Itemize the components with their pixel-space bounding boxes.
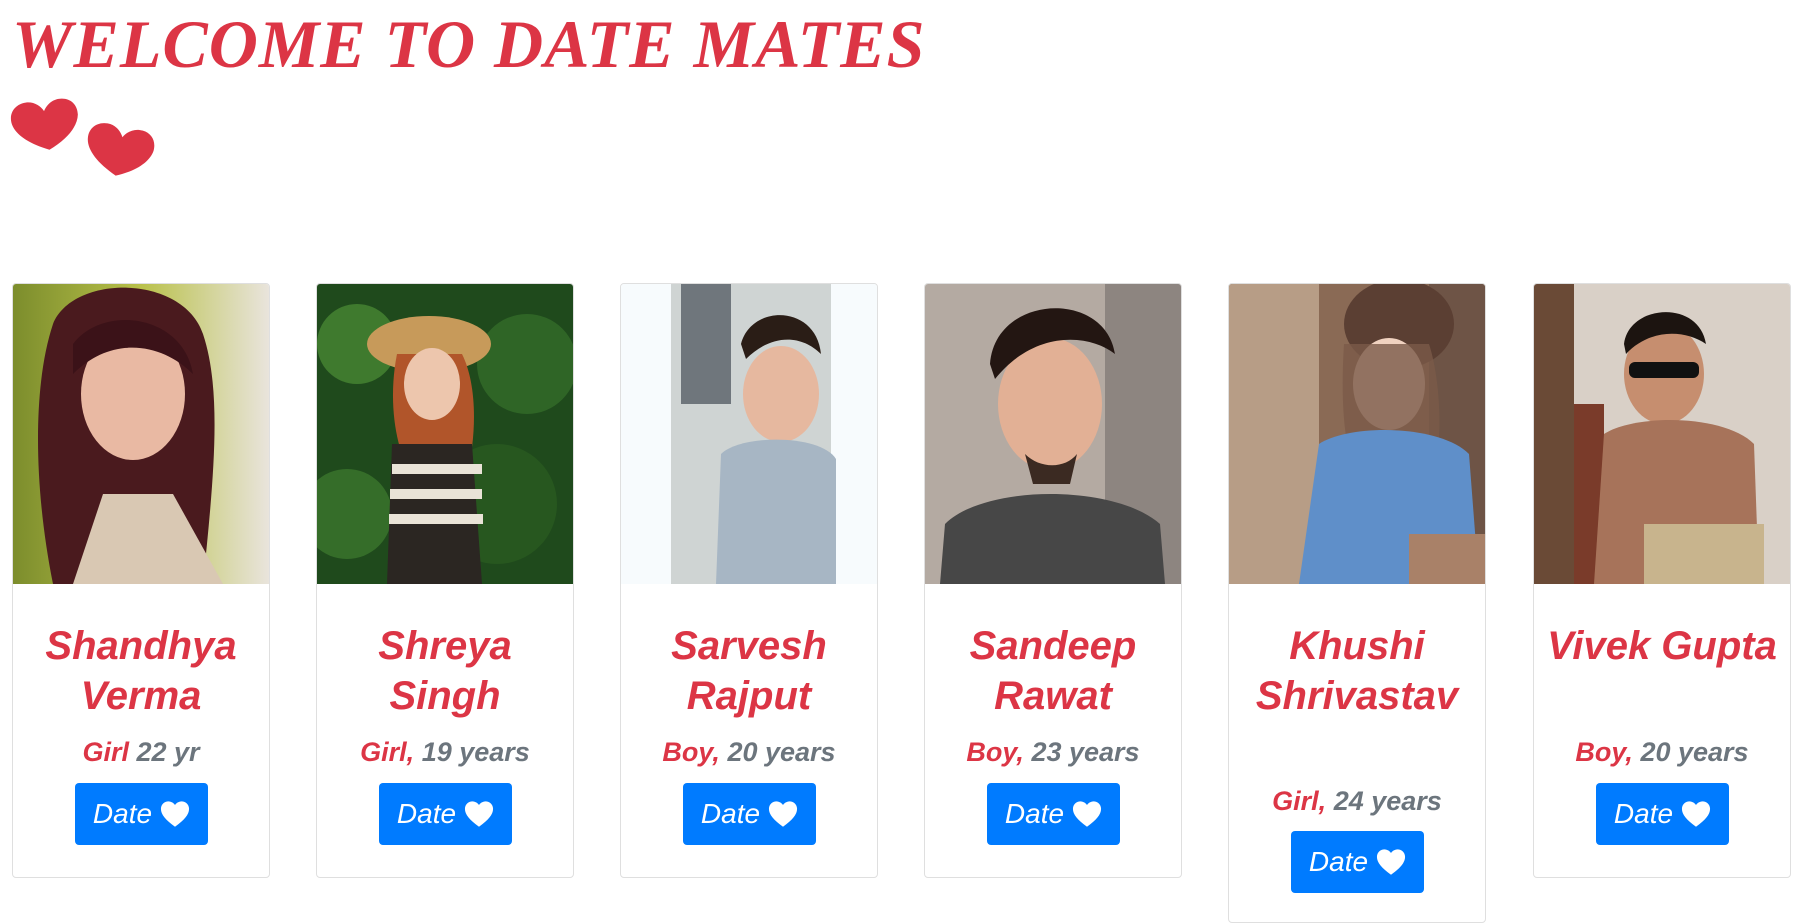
profile-photo: [621, 284, 877, 584]
date-button-label: Date: [1004, 798, 1065, 829]
two-hearts-icon: [10, 98, 156, 178]
profile-card: Sarvesh Rajput Boy, 20 years Date: [620, 283, 878, 878]
date-button-label: Date: [700, 798, 761, 829]
profile-gender: Boy,: [662, 737, 720, 767]
profile-name: Vivek Gupta: [1547, 624, 1777, 668]
page-title: WELCOME TO DATE MATES: [12, 6, 926, 82]
profile-info: Boy, 23 years: [925, 735, 1181, 769]
profile-name: Sarvesh Rajput: [671, 624, 827, 718]
profile-age: 23 years: [1031, 737, 1140, 767]
profile-card: Shreya Singh Girl, 19 years Date: [316, 283, 574, 878]
profile-age: 22 yr: [136, 737, 200, 767]
profile-info: Girl 22 yr: [13, 735, 269, 769]
profile-grid: Shandhya Verma Girl 22 yr Date Shreya Si…: [0, 283, 1805, 923]
heart-icon: [465, 800, 494, 827]
profile-age: 20 years: [1640, 737, 1749, 767]
profile-card: Khushi Shrivastav Girl, 24 years Date: [1228, 283, 1486, 923]
profile-photo: [317, 284, 573, 584]
profile-info: Boy, 20 years: [1534, 735, 1790, 769]
date-button-label: Date: [1308, 846, 1369, 877]
profile-name: Shreya Singh: [378, 624, 512, 718]
profile-photo: [13, 284, 269, 584]
profile-gender: Boy,: [1575, 737, 1633, 767]
profile-age: 24 years: [1333, 786, 1442, 816]
date-button-label: Date: [396, 798, 457, 829]
profile-photo: [1229, 284, 1485, 584]
profile-gender: Girl: [82, 737, 129, 767]
heart-icon: [769, 800, 798, 827]
profile-gender: Girl,: [1272, 786, 1327, 816]
heart-icon: [1073, 800, 1102, 827]
date-button[interactable]: Date: [1596, 783, 1729, 845]
profile-age: 20 years: [727, 737, 836, 767]
heart-icon: [1377, 848, 1406, 875]
profile-gender: Boy,: [966, 737, 1024, 767]
date-button-label: Date: [1613, 798, 1674, 829]
profile-name: Sandeep Rawat: [969, 624, 1137, 718]
profile-photo: [1534, 284, 1790, 584]
date-button-label: Date: [92, 798, 153, 829]
heart-icon: [1682, 800, 1711, 827]
profile-photo: [925, 284, 1181, 584]
heart-icon: [161, 800, 190, 827]
date-button[interactable]: Date: [987, 783, 1120, 845]
profile-card: Sandeep Rawat Boy, 23 years Date: [924, 283, 1182, 878]
date-button[interactable]: Date: [683, 783, 816, 845]
date-button[interactable]: Date: [75, 783, 208, 845]
profile-card: Shandhya Verma Girl 22 yr Date: [12, 283, 270, 878]
date-button[interactable]: Date: [1291, 831, 1424, 893]
profile-info: Girl, 24 years: [1229, 784, 1485, 818]
profile-gender: Girl,: [360, 737, 415, 767]
date-button[interactable]: Date: [379, 783, 512, 845]
profile-name: Shandhya Verma: [45, 624, 237, 718]
profile-info: Boy, 20 years: [621, 735, 877, 769]
profile-age: 19 years: [421, 737, 530, 767]
profile-info: Girl, 19 years: [317, 735, 573, 769]
profile-card: Vivek Gupta Boy, 20 years Date: [1533, 283, 1791, 878]
profile-name: Khushi Shrivastav: [1255, 624, 1459, 718]
